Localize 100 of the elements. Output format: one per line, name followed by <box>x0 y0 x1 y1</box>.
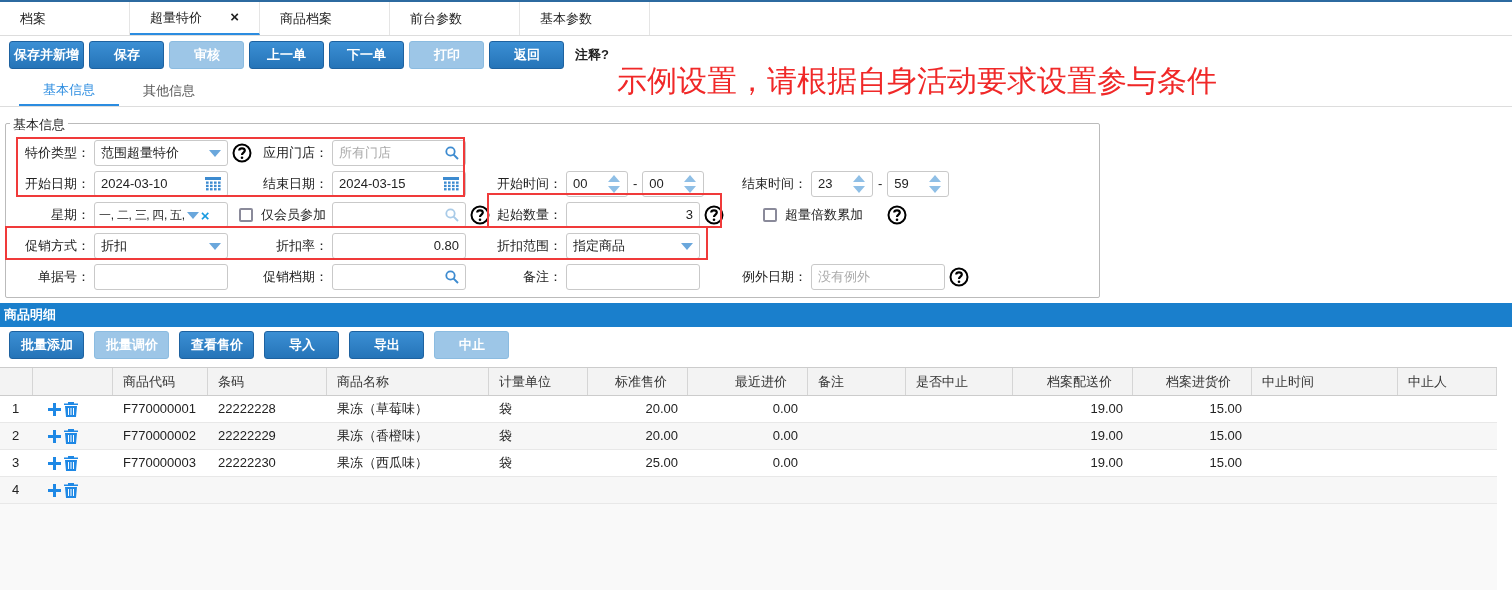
hour-spinner[interactable]: 00 <box>566 171 628 197</box>
column-header[interactable]: 条码 <box>208 368 327 395</box>
tab[interactable]: 超量特价 × <box>130 2 260 35</box>
section-header: 商品明细 <box>0 303 1512 327</box>
column-header[interactable]: 标准售价 <box>588 368 688 395</box>
spinner-arrows-icon[interactable] <box>607 173 621 195</box>
table-cell-text: 袋 <box>499 427 512 446</box>
field-label: 应用门店： <box>263 144 328 163</box>
add-icon[interactable] <box>48 429 61 443</box>
select-field[interactable]: 一, 二, 三, 四, 五, × <box>94 202 228 228</box>
add-icon[interactable] <box>48 402 61 416</box>
text-field[interactable] <box>566 264 700 290</box>
table-cell-text: 袋 <box>499 454 512 473</box>
column-header[interactable]: 最近进价 <box>688 368 808 395</box>
tab[interactable]: 基本参数 <box>520 2 650 35</box>
separator: - <box>633 175 638 194</box>
dropdown-caret-icon <box>186 211 199 219</box>
table-cell-text: F770000001 <box>123 400 196 419</box>
table-cell-text: 袋 <box>499 400 512 419</box>
toolbar-button[interactable]: 下一单 <box>329 41 404 69</box>
column-header[interactable]: 档案进货价 <box>1133 368 1252 395</box>
toolbar-button[interactable]: 查看售价 <box>179 331 254 359</box>
checkbox-label: 仅会员参加 <box>261 206 326 225</box>
field-label: 促销方式： <box>25 237 90 256</box>
field-label: 开始日期： <box>25 175 90 194</box>
toolbar-button[interactable]: 保存并新增 <box>9 41 84 69</box>
column-header[interactable]: 商品名称 <box>327 368 489 395</box>
close-icon[interactable]: × <box>230 6 239 29</box>
help-icon[interactable] <box>949 267 969 287</box>
calendar-icon[interactable] <box>443 177 459 191</box>
checkbox[interactable] <box>763 208 777 222</box>
tab[interactable]: 前台参数 <box>390 2 520 35</box>
spinner-arrows-icon[interactable] <box>928 173 943 195</box>
toolbar-button[interactable]: 上一单 <box>249 41 324 69</box>
field-label: 促销档期： <box>263 268 328 287</box>
field-label: 单据号： <box>38 268 90 287</box>
table-cell-text: 15.00 <box>1209 400 1242 419</box>
toolbar-button[interactable]: 导出 <box>349 331 424 359</box>
note-label: 注释? <box>575 46 609 65</box>
help-icon[interactable] <box>470 205 490 225</box>
table-cell-text: 0.00 <box>772 454 798 473</box>
column-header[interactable]: 是否中止 <box>906 368 1013 395</box>
field-label: 结束时间： <box>742 175 807 194</box>
calendar-icon[interactable] <box>205 177 221 191</box>
toolbar-button[interactable]: 导入 <box>264 331 339 359</box>
field-label: 折扣范围： <box>497 237 562 256</box>
delete-icon[interactable] <box>64 482 78 498</box>
date-field[interactable]: 2024-03-10 <box>94 171 228 197</box>
toolbar-button[interactable]: 返回 <box>489 41 564 69</box>
delete-icon[interactable] <box>64 401 78 417</box>
search-icon <box>445 270 459 284</box>
add-icon[interactable] <box>48 456 61 470</box>
search-icon <box>445 208 459 222</box>
table-cell-text: 22222230 <box>218 454 276 473</box>
delete-icon[interactable] <box>64 428 78 444</box>
column-header[interactable]: 中止人 <box>1398 368 1497 395</box>
tab[interactable]: 商品档案 <box>260 2 390 35</box>
table-cell-text: 25.00 <box>645 454 678 473</box>
table-cell-text: 果冻（西瓜味） <box>337 454 428 473</box>
help-icon[interactable] <box>704 205 724 225</box>
help-icon[interactable] <box>887 205 907 225</box>
toolbar-button[interactable]: 保存 <box>89 41 164 69</box>
column-header[interactable]: 商品代码 <box>113 368 208 395</box>
select-field[interactable]: 范围超量特价 <box>94 140 228 166</box>
search-field[interactable] <box>332 202 466 228</box>
checkbox[interactable] <box>239 208 253 222</box>
column-header[interactable]: 档案配送价 <box>1013 368 1133 395</box>
table-cell-text: 22222228 <box>218 400 276 419</box>
tab[interactable]: 其他信息 <box>119 76 219 106</box>
row-number: 1 <box>12 400 20 419</box>
toolbar-button[interactable]: 批量添加 <box>9 331 84 359</box>
field-label: 星期： <box>51 206 90 225</box>
field-label: 例外日期： <box>742 268 807 287</box>
spinner-arrows-icon[interactable] <box>683 173 698 195</box>
minute-spinner[interactable]: 59 <box>887 171 950 197</box>
search-field[interactable] <box>332 264 466 290</box>
hour-spinner[interactable]: 23 <box>811 171 873 197</box>
column-header[interactable]: 备注 <box>808 368 906 395</box>
add-icon[interactable] <box>48 483 61 497</box>
tab[interactable]: 档案 <box>0 2 130 35</box>
table-cell-text: 果冻（香橙味） <box>337 427 428 446</box>
dropdown-caret-icon <box>209 149 221 157</box>
select-field[interactable]: 指定商品 <box>566 233 700 259</box>
column-header[interactable]: 中止时间 <box>1252 368 1398 395</box>
minute-spinner[interactable]: 00 <box>642 171 705 197</box>
date-field[interactable]: 2024-03-15 <box>332 171 466 197</box>
row-number: 2 <box>12 427 20 446</box>
number-field[interactable]: 3 <box>566 202 700 228</box>
help-icon[interactable] <box>232 143 252 163</box>
column-header[interactable]: 计量单位 <box>489 368 588 395</box>
select-field[interactable]: 折扣 <box>94 233 228 259</box>
spinner-arrows-icon[interactable] <box>852 173 866 195</box>
search-icon <box>445 146 459 160</box>
delete-icon[interactable] <box>64 455 78 471</box>
table-cell-text: 0.00 <box>772 400 798 419</box>
text-field[interactable] <box>94 264 228 290</box>
number-field[interactable]: 0.80 <box>332 233 466 259</box>
table-cell-text: 0.00 <box>772 427 798 446</box>
table-cell-text: F770000003 <box>123 454 196 473</box>
field-label: 折扣率： <box>276 237 328 256</box>
